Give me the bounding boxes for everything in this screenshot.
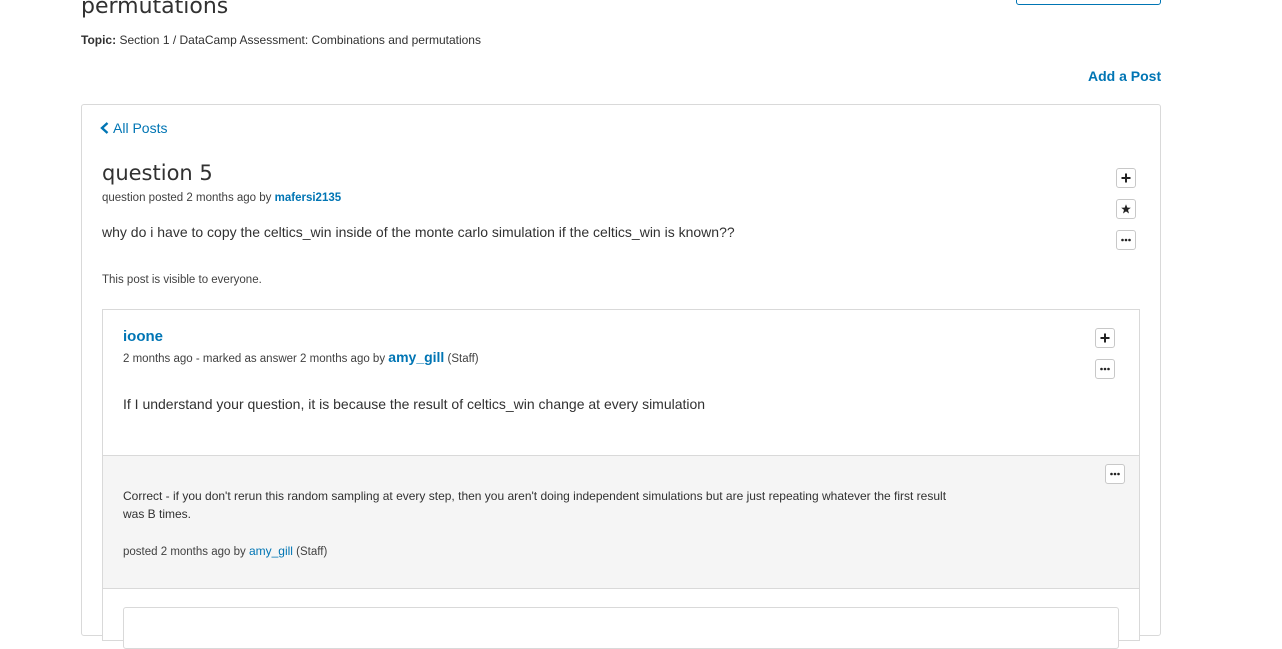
plus-icon (1121, 173, 1131, 183)
ellipsis-icon (1110, 472, 1120, 476)
ellipsis-icon (1100, 367, 1110, 371)
plus-icon (1100, 333, 1110, 343)
response-more-button[interactable] (1095, 359, 1115, 379)
chevron-left-icon (100, 122, 109, 134)
follow-button[interactable] (1116, 199, 1136, 219)
post-author-link[interactable]: mafersi2135 (275, 192, 342, 204)
all-posts-link[interactable]: All Posts (100, 120, 167, 136)
vote-button[interactable] (1116, 168, 1136, 188)
comment-author-role: (Staff) (296, 546, 328, 558)
marked-by-role: (Staff) (447, 353, 479, 365)
add-post-link[interactable]: Add a Post (1088, 68, 1161, 84)
top-action-button[interactable] (1016, 0, 1161, 5)
comment-meta-prefix: posted 2 months ago by (123, 546, 246, 558)
visibility-note: This post is visible to everyone. (102, 274, 262, 286)
comment-meta: posted 2 months ago by amy_gill (Staff) (123, 544, 327, 558)
all-posts-label: All Posts (113, 120, 168, 136)
comment-more-button[interactable] (1105, 464, 1125, 484)
response-vote-button[interactable] (1095, 328, 1115, 348)
response-meta-prefix: 2 months ago - marked as answer 2 months… (123, 353, 386, 365)
response-author-link[interactable]: ioone (123, 328, 163, 345)
reply-editor[interactable] (123, 607, 1119, 649)
post-meta: question posted 2 months ago by mafersi2… (102, 192, 341, 204)
marked-by-link[interactable]: amy_gill (388, 349, 444, 365)
post-body: why do i have to copy the celtics_win in… (102, 224, 735, 240)
post-title: question 5 (102, 161, 213, 185)
post-more-button[interactable] (1116, 230, 1136, 250)
topic-value: Section 1 / DataCamp Assessment: Combina… (119, 33, 481, 47)
topic-line: Topic: Section 1 / DataCamp Assessment: … (81, 33, 481, 47)
comment: Correct - if you don't rerun this random… (103, 455, 1139, 589)
response-meta: 2 months ago - marked as answer 2 months… (123, 349, 479, 365)
response-body: If I understand your question, it is bec… (123, 396, 706, 412)
topic-label: Topic: (81, 33, 117, 47)
comment-body: Correct - if you don't rerun this random… (123, 489, 947, 521)
page-title: permutations (81, 0, 229, 19)
star-icon (1121, 204, 1131, 214)
comment-author-link[interactable]: amy_gill (249, 544, 293, 558)
post-meta-prefix: question posted 2 months ago by (102, 192, 272, 204)
ellipsis-icon (1121, 238, 1131, 242)
thread-card: All Posts question 5 question posted 2 m… (81, 104, 1161, 649)
response-card: ioone 2 months ago - marked as answer 2 … (102, 309, 1140, 649)
